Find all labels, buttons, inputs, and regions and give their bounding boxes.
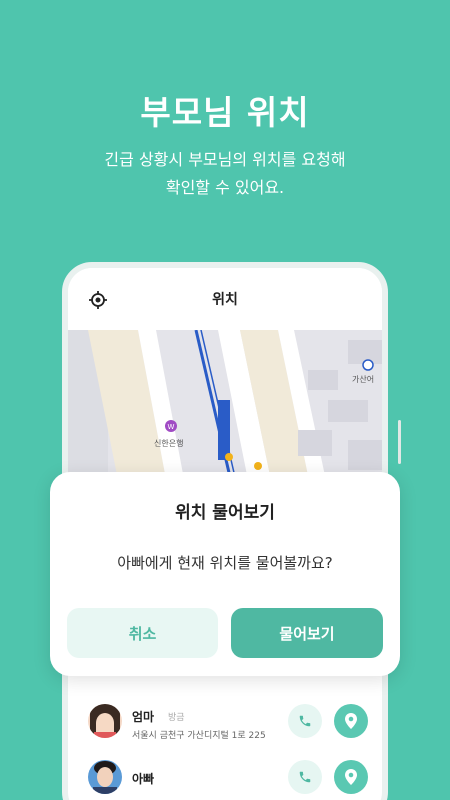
map-graphic: W xyxy=(68,330,382,490)
map-pin-icon xyxy=(345,769,357,785)
map-poi-gasan: 가산어 xyxy=(352,375,375,384)
call-button[interactable] xyxy=(288,704,322,738)
cancel-button[interactable]: 취소 xyxy=(67,608,218,658)
map-poi-bank: 신한은행 xyxy=(154,439,184,448)
locate-icon[interactable] xyxy=(88,290,108,310)
ask-button[interactable]: 물어보기 xyxy=(231,608,383,658)
call-button[interactable] xyxy=(288,760,322,794)
phone-icon xyxy=(299,771,311,783)
ask-location-dialog: 위치 물어보기 아빠에게 현재 위치를 물어볼까요? 취소 물어보기 xyxy=(50,472,400,676)
phone-side-button xyxy=(398,420,401,464)
svg-text:W: W xyxy=(168,423,175,431)
page-title: 위치 xyxy=(212,292,238,308)
promo-subtitle: 긴급 상황시 부모님의 위치를 요청해 확인할 수 있어요. xyxy=(0,146,450,202)
app-header: 위치 xyxy=(68,268,382,330)
map-view[interactable]: W 신한은행 가산어 xyxy=(68,330,382,490)
contact-item-mom[interactable]: 엄마 방금 서울시 금천구 가산디지털 1로 225 xyxy=(88,704,368,748)
promo-subtitle-line2: 확인할 수 있어요. xyxy=(165,178,285,197)
avatar xyxy=(88,760,122,794)
promo-subtitle-line1: 긴급 상황시 부모님의 위치를 요청해 xyxy=(104,150,346,169)
contact-name: 엄마 xyxy=(132,710,155,724)
contact-item-dad[interactable]: 아빠 xyxy=(88,760,368,800)
dialog-message: 아빠에게 현재 위치를 물어볼까요? xyxy=(117,554,333,572)
avatar xyxy=(88,704,122,738)
map-pin-icon xyxy=(345,713,357,729)
phone-icon xyxy=(299,715,311,727)
promo-title: 부모님 위치 xyxy=(140,93,310,132)
locate-button[interactable] xyxy=(334,760,368,794)
locate-button[interactable] xyxy=(334,704,368,738)
contact-name: 아빠 xyxy=(132,772,155,786)
contact-address: 서울시 금천구 가산디지털 1로 225 xyxy=(132,731,266,741)
dialog-title: 위치 물어보기 xyxy=(175,503,275,523)
contact-updated-badge: 방금 xyxy=(168,713,185,723)
